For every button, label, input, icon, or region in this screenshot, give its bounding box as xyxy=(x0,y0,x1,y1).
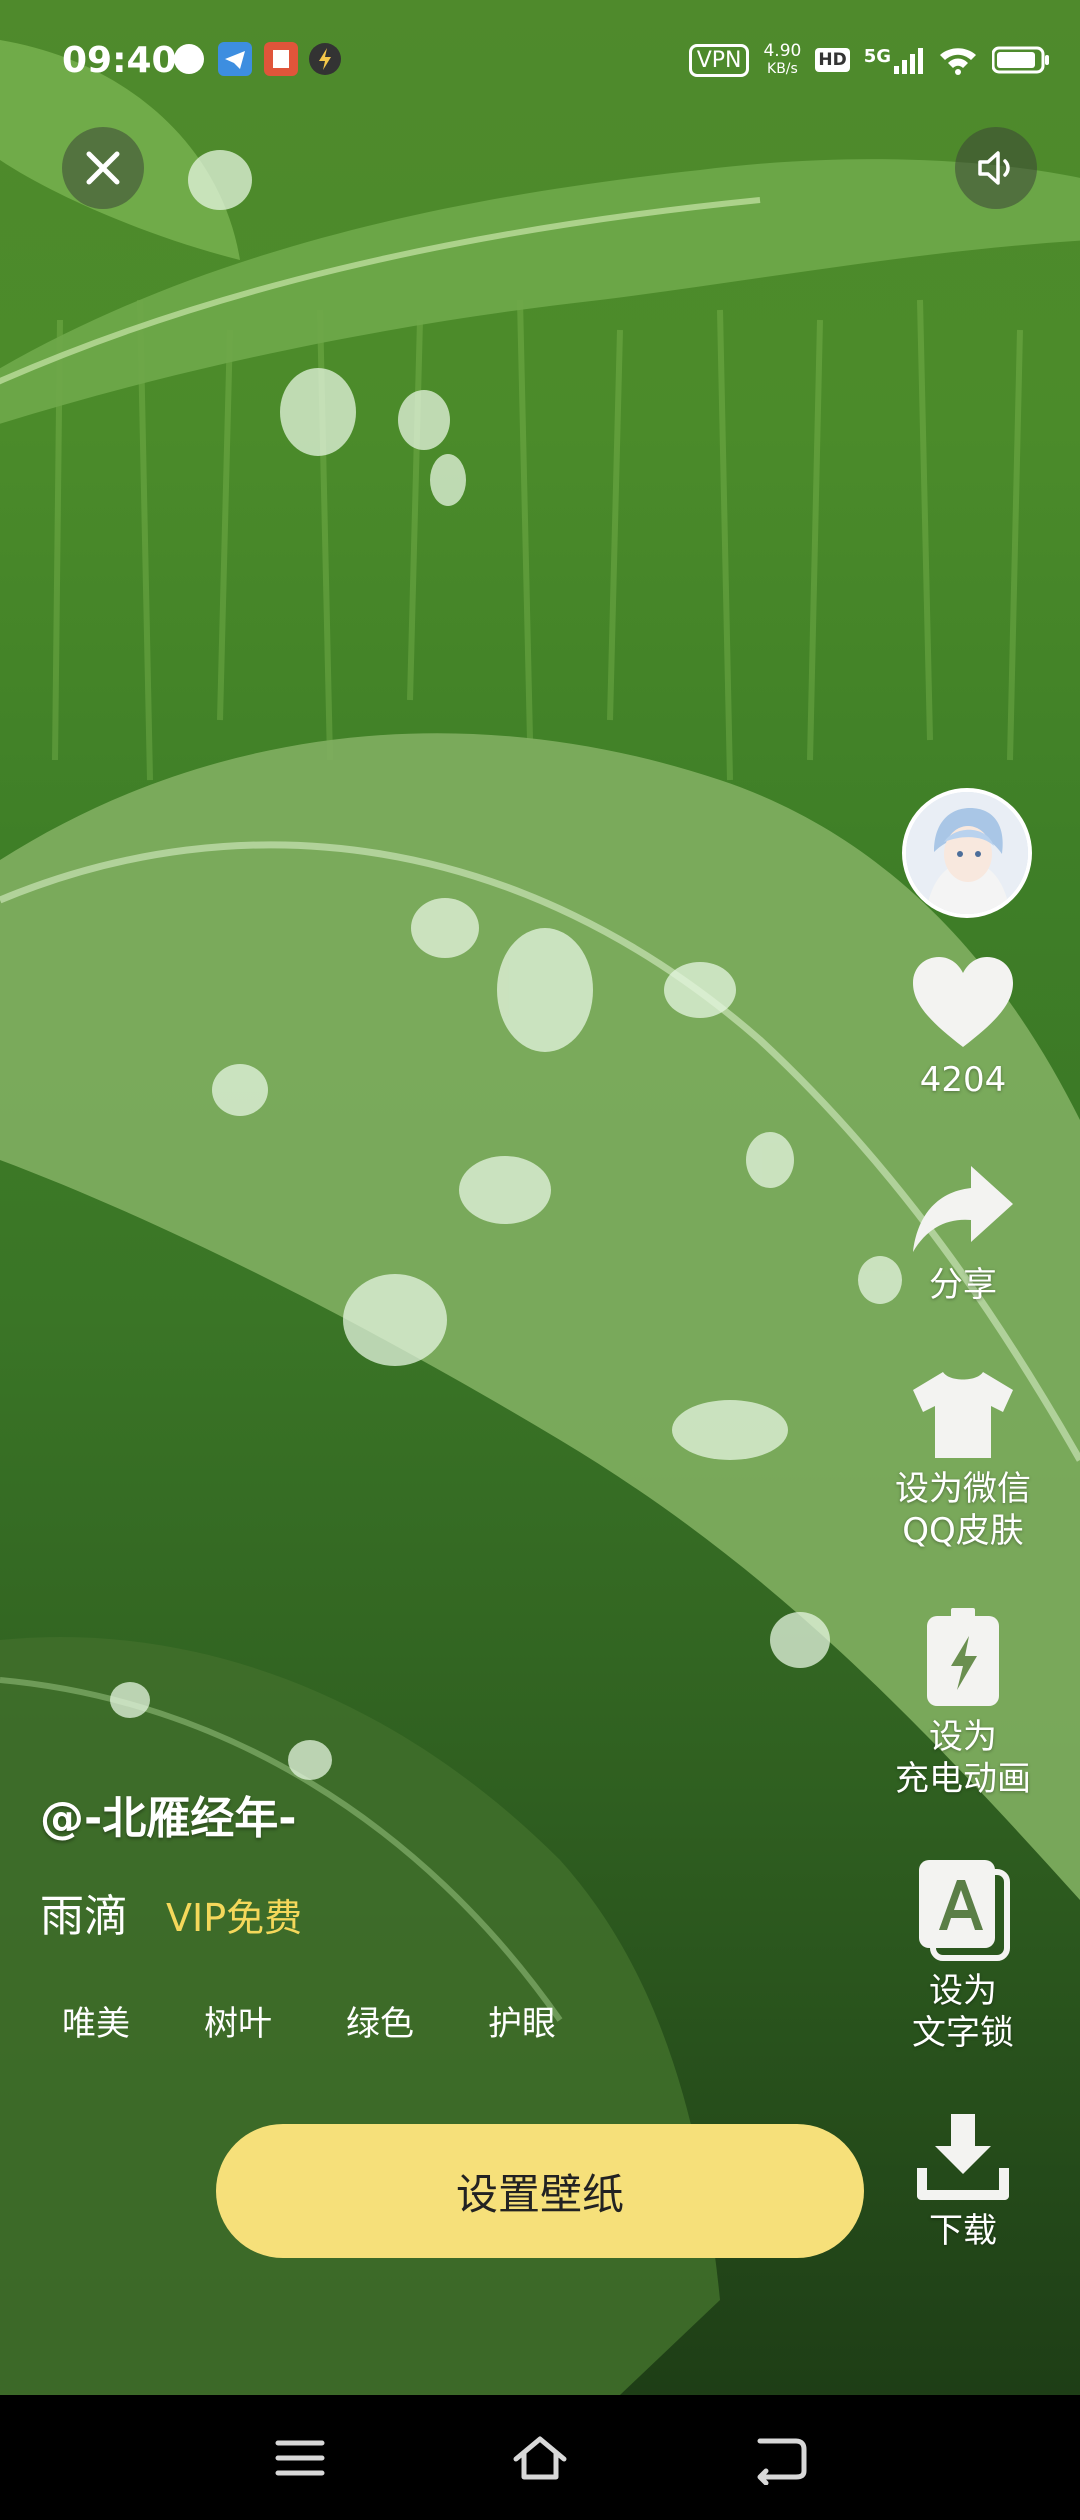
textlock-label-line1: 设为 xyxy=(929,1971,997,2011)
sound-button[interactable] xyxy=(955,127,1037,209)
back-icon[interactable] xyxy=(750,2431,810,2485)
skin-label-line1: 设为微信 xyxy=(895,1469,1031,1509)
wifi-icon xyxy=(940,48,976,75)
like-button[interactable]: 4204 xyxy=(873,955,1053,1101)
vip-badge: VIP免费 xyxy=(166,1896,303,1940)
tag-item[interactable]: 护眼 xyxy=(466,1988,578,2053)
set-wallpaper-button[interactable]: 设置壁纸 xyxy=(216,2124,864,2258)
text-lock-icon xyxy=(919,1860,1010,1961)
skin-label-line2: QQ皮肤 xyxy=(902,1511,1024,1551)
tag-list: 唯美 树叶 绿色 护眼 xyxy=(40,1988,578,2053)
charge-label-line1: 设为 xyxy=(929,1717,997,1757)
share-icon xyxy=(913,1166,1013,1252)
set-text-lock-button[interactable]: 设为 文字锁 xyxy=(873,1858,1053,2054)
status-right: VPN 4.90 KB/s HD 5G xyxy=(688,40,1050,80)
share-button[interactable]: 分享 xyxy=(873,1160,1053,1306)
signal-bars-icon xyxy=(894,48,923,74)
charging-battery-icon xyxy=(927,1608,999,1706)
app-icon xyxy=(264,42,298,76)
set-charging-animation-button[interactable]: 设为 充电动画 xyxy=(873,1608,1053,1800)
charge-label-line2: 充电动画 xyxy=(895,1759,1031,1799)
download-label: 下载 xyxy=(929,2211,997,2251)
heart-icon xyxy=(913,957,1013,1047)
hd-badge: HD xyxy=(815,48,850,72)
set-qq-skin-button[interactable]: 设为微信 QQ皮肤 xyxy=(873,1368,1053,1552)
speaker-icon xyxy=(978,151,1010,185)
tag-item[interactable]: 树叶 xyxy=(182,1988,294,2053)
avatar-illustration xyxy=(906,792,1028,914)
wallpaper-title: 雨滴 xyxy=(40,1891,128,1942)
signal-indicator: 5G xyxy=(864,46,924,74)
tag-item[interactable]: 绿色 xyxy=(324,1988,436,2053)
close-button[interactable] xyxy=(62,127,144,209)
status-time: 09:40 xyxy=(62,40,177,81)
dot-icon xyxy=(174,44,204,74)
tag-item[interactable]: 唯美 xyxy=(40,1988,152,2053)
charging-app-icon xyxy=(309,43,341,75)
system-nav-bar xyxy=(0,2395,1080,2520)
author-avatar[interactable] xyxy=(902,788,1032,918)
author-name[interactable]: @-北雁经年- xyxy=(40,1782,297,1846)
network-speed: 4.90 KB/s xyxy=(763,41,802,77)
battery-icon xyxy=(992,46,1049,74)
menu-icon[interactable] xyxy=(270,2431,330,2485)
textlock-label-line2: 文字锁 xyxy=(912,2013,1014,2053)
tshirt-icon xyxy=(913,1372,1013,1458)
like-count: 4204 xyxy=(919,1060,1007,1100)
download-icon xyxy=(917,2114,1009,2200)
status-bar: 09:40 VPN 4.90 KB/s HD 5G xyxy=(0,0,1080,120)
home-icon[interactable] xyxy=(510,2431,570,2485)
telegram-icon xyxy=(218,42,252,76)
download-button[interactable]: 下载 xyxy=(873,2112,1053,2252)
share-label: 分享 xyxy=(929,1265,997,1305)
close-icon xyxy=(86,151,120,185)
vpn-badge: VPN xyxy=(688,43,750,77)
wallpaper-title-row: 雨滴 VIP免费 xyxy=(40,1880,302,1944)
